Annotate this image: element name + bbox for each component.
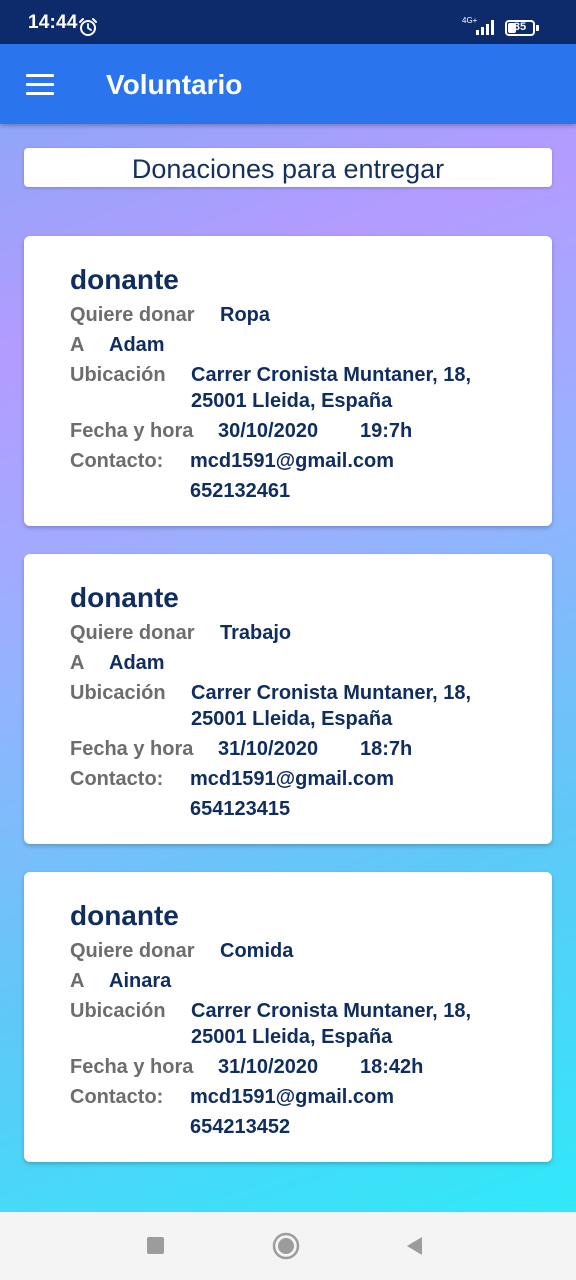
location-label: Ubicación [70, 1000, 166, 1022]
contact-phone: 654213452 [190, 1116, 291, 1138]
donation-time: 18:7h [360, 738, 413, 760]
recents-square-icon[interactable] [147, 1237, 164, 1254]
donor-title: donante [70, 900, 179, 931]
contact-label: Contacto: [70, 768, 164, 790]
donation-item: Comida [220, 940, 294, 962]
status-time: 14:44 [28, 12, 78, 33]
recipient-name: Adam [109, 334, 165, 356]
donor-title: donante [70, 264, 179, 295]
app-bar: Voluntario [0, 44, 576, 124]
location-label: Ubicación [70, 364, 166, 386]
donation-date: 31/10/2020 [218, 1056, 319, 1078]
contact-phone: 652132461 [190, 480, 291, 502]
alarm-icon [79, 18, 97, 36]
back-triangle-icon[interactable] [404, 1235, 424, 1257]
app-title: Voluntario [106, 69, 243, 100]
address-line1: Carrer Cronista Muntaner, 18, [191, 682, 472, 704]
battery-icon: 35 [505, 20, 535, 36]
donate-label: Quiere donar [70, 940, 195, 962]
donation-card[interactable]: donante Quiere donar Comida A Ainara Ubi… [24, 872, 552, 1162]
contact-email: mcd1591@gmail.com [190, 768, 395, 790]
home-circle-icon[interactable] [272, 1232, 300, 1260]
recipient-label: A [70, 970, 85, 992]
datetime-label: Fecha y hora [70, 738, 194, 760]
address-line2: 25001 Lleida, España [191, 1026, 393, 1048]
recipient-name: Ainara [109, 970, 172, 992]
donation-time: 18:42h [360, 1056, 424, 1078]
donation-card[interactable]: donante Quiere donar Ropa A Adam Ubicaci… [24, 236, 552, 526]
donate-label: Quiere donar [70, 622, 195, 644]
donor-title: donante [70, 582, 179, 613]
main-content[interactable]: Donaciones para entregar donante Quiere … [0, 124, 576, 1212]
location-label: Ubicación [70, 682, 166, 704]
address-line2: 25001 Lleida, España [191, 708, 393, 730]
datetime-label: Fecha y hora [70, 420, 194, 442]
battery-level: 35 [513, 21, 527, 33]
datetime-label: Fecha y hora [70, 1056, 194, 1078]
section-title: Donaciones para entregar [24, 148, 552, 187]
status-bar: 14:44 4G+ 35 [0, 0, 576, 44]
system-nav-bar [0, 1212, 576, 1280]
contact-email: mcd1591@gmail.com [190, 1086, 395, 1108]
donation-card[interactable]: donante Quiere donar Trabajo A Adam Ubic… [24, 554, 552, 844]
donation-time: 19:7h [360, 420, 413, 442]
contact-label: Contacto: [70, 1086, 164, 1108]
donate-label: Quiere donar [70, 304, 195, 326]
contact-phone: 654123415 [190, 798, 291, 820]
recipient-label: A [70, 652, 85, 674]
recipient-name: Adam [109, 652, 165, 674]
address-line2: 25001 Lleida, España [191, 390, 393, 412]
battery-tip [536, 25, 539, 31]
address-line1: Carrer Cronista Muntaner, 18, [191, 364, 472, 386]
donation-item: Trabajo [220, 622, 292, 644]
donation-date: 30/10/2020 [218, 420, 319, 442]
contact-label: Contacto: [70, 450, 164, 472]
contact-email: mcd1591@gmail.com [190, 450, 395, 472]
address-line1: Carrer Cronista Muntaner, 18, [191, 1000, 472, 1022]
donation-date: 31/10/2020 [218, 738, 319, 760]
hamburger-menu-icon[interactable] [20, 64, 62, 106]
recipient-label: A [70, 334, 85, 356]
signal-icon [476, 20, 494, 35]
donation-item: Ropa [220, 304, 270, 326]
